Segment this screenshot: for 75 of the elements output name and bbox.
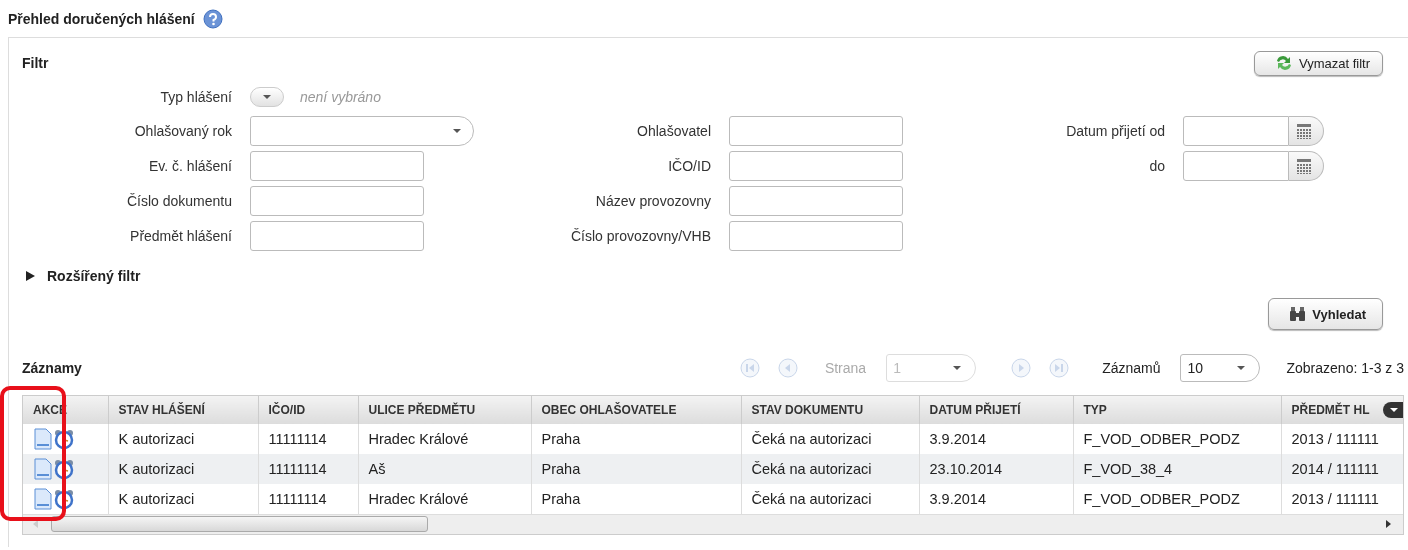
table-cell: Aš — [358, 454, 531, 484]
field-label: Ohlašovatel — [637, 123, 712, 139]
field-label: Číslo provozovny/VHB — [570, 228, 712, 244]
column-menu-button[interactable] — [1382, 402, 1403, 418]
date-field[interactable] — [1183, 116, 1289, 146]
calendar-button[interactable] — [1289, 116, 1324, 146]
caret-icon — [263, 95, 271, 99]
column-header[interactable]: STAV DOKUMENTU — [741, 396, 919, 424]
previous-page-icon — [777, 358, 798, 378]
page-title: Přehled doručených hlášení — [8, 10, 195, 27]
records-heading: Záznamy — [22, 360, 82, 376]
last-page-icon — [1049, 358, 1070, 378]
table-cell: 11111114 — [258, 454, 358, 484]
column-header[interactable]: ULICE PŘEDMĚTU — [358, 396, 531, 424]
table-cell: 2014 / 111111 — [1281, 454, 1403, 484]
table-cell: Čeká na autorizaci — [741, 454, 919, 484]
field-label: Typ hlášení — [160, 89, 233, 105]
field-label: IČO/ID — [668, 158, 712, 174]
field-label: Ev. č. hlášení — [149, 158, 233, 174]
caret-icon — [1389, 408, 1398, 412]
field-label: Číslo dokumentu — [126, 193, 233, 209]
input-field[interactable] — [729, 221, 903, 251]
help-icon[interactable] — [202, 8, 223, 29]
field-label: do — [1149, 158, 1166, 174]
search-button[interactable]: Vyhledat — [1268, 298, 1383, 330]
alarm-clock-icon[interactable] — [54, 429, 74, 449]
page-size-label: Záznamů — [1102, 360, 1161, 376]
caret-icon — [953, 366, 962, 370]
input-field[interactable] — [250, 151, 424, 181]
results-summary: Zobrazeno: 1-3 z 3 — [1286, 360, 1404, 376]
expand-arrow-icon[interactable] — [26, 271, 35, 281]
column-header[interactable]: DATUM PŘIJETÍ — [919, 396, 1073, 424]
alarm-clock-icon[interactable] — [54, 459, 74, 479]
field-label: Předmět hlášení — [130, 228, 233, 244]
empty-value-text: není vybráno — [300, 89, 381, 105]
clear-filter-button[interactable]: Vymazat filtr — [1253, 50, 1383, 76]
caret-icon — [1237, 366, 1246, 370]
column-header[interactable]: STAV HLÁŠENÍ — [108, 396, 258, 424]
date-field[interactable] — [1183, 151, 1289, 181]
field-label: Ohlašovaný rok — [134, 123, 233, 139]
input-field[interactable] — [250, 221, 424, 251]
input-field[interactable] — [729, 151, 903, 181]
horizontal-scrollbar[interactable] — [23, 514, 1403, 534]
dropdown-button[interactable] — [250, 87, 284, 107]
calendar-button[interactable] — [1289, 151, 1324, 181]
column-header[interactable]: TYP — [1073, 396, 1281, 424]
document-icon[interactable] — [34, 488, 52, 510]
alarm-clock-icon[interactable] — [54, 489, 74, 509]
table-cell: K autorizaci — [108, 454, 258, 484]
scroll-right-icon[interactable] — [1386, 520, 1391, 528]
document-icon[interactable] — [34, 428, 52, 450]
scrollbar-thumb[interactable] — [51, 516, 428, 532]
document-icon[interactable] — [34, 458, 52, 480]
binoculars-icon — [1289, 306, 1307, 322]
input-field[interactable] — [250, 186, 424, 216]
column-header[interactable]: IČO/ID — [258, 396, 358, 424]
calendar-icon — [1297, 123, 1311, 139]
filter-heading: Filtr — [22, 55, 49, 71]
next-page-icon — [1011, 358, 1032, 378]
column-header[interactable]: OBEC OHLAŠOVATELE — [531, 396, 741, 424]
calendar-icon — [1297, 158, 1311, 174]
field-label: Název provozovny — [595, 193, 712, 209]
field-label: Datum přijetí od — [1066, 123, 1166, 139]
input-field[interactable] — [729, 186, 903, 216]
input-field[interactable] — [729, 116, 903, 146]
first-page-icon — [739, 358, 760, 378]
extended-filter-toggle[interactable]: Rozšířený filtr — [47, 268, 141, 284]
refresh-icon — [1274, 54, 1293, 72]
column-header[interactable]: PŘEDMĚT HL — [1281, 396, 1403, 424]
caret-icon — [453, 129, 461, 133]
table-cell: Praha — [531, 454, 741, 484]
page-label: Strana — [824, 360, 867, 376]
table-cell: 23.10.2014 — [919, 454, 1073, 484]
table-cell: F_VOD_38_4 — [1073, 454, 1281, 484]
scroll-left-icon[interactable] — [33, 520, 38, 528]
